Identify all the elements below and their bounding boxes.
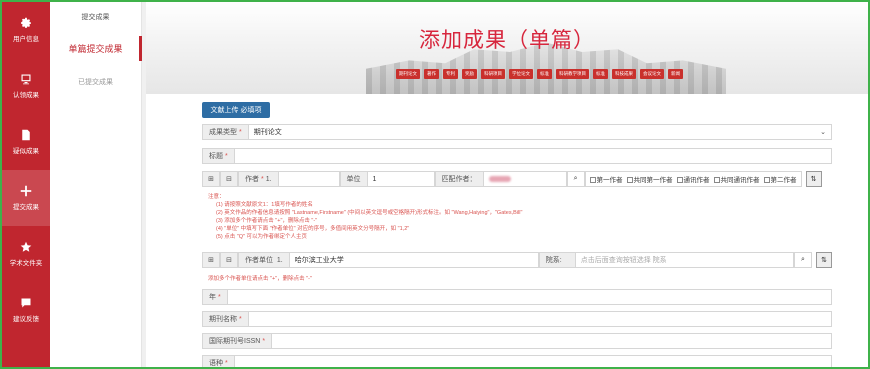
tag-project[interactable]: 科研项目 [481,69,505,79]
issn-row: 国际期刊号ISSN * [202,333,832,349]
author-label: 作者 * 1. [238,171,278,187]
check-co-corresponding-author[interactable]: 共同通讯作者 [713,174,760,184]
star-icon [20,241,32,253]
issn-input[interactable] [271,333,832,349]
check-second-author[interactable]: 第二作者 [763,174,797,184]
note-line: (5) 点击 "Q" 可以为作者绑定个人主页 [216,234,307,240]
note-line: (2) 英文作品的作者信息请按照 "Lastname,Firstname" (中… [216,210,523,216]
language-row: 语种 * [202,355,832,367]
title-label: 标题 * [202,148,234,164]
subnav-single-submit[interactable]: 单篇提交成果 [50,34,142,63]
nav-label: 学术文件夹 [9,260,43,267]
subnav-submitted[interactable]: 已提交成果 [50,69,141,95]
toggle-icon[interactable]: ⇅ [816,252,832,268]
nav-label: 用户信息 [13,36,39,43]
tag-standard[interactable]: 标准 [537,69,552,79]
unit-input[interactable]: 1 [366,171,435,187]
check-co-first-author[interactable]: 共同第一作者 [626,174,673,184]
author-input[interactable] [277,171,340,187]
notes-heading: 注意： [208,194,225,200]
nav-suspected-results[interactable]: 疑似成果 [2,114,50,170]
tag-award[interactable]: 奖励 [462,69,477,79]
match-author-label: 匹配作者： [434,171,483,187]
add-unit-note: 添加多个作者单位请点击 "+"，删除点击 "-" [208,276,312,282]
match-author-input[interactable] [482,171,567,187]
author-unit-input[interactable]: 哈尔滨工业大学 [288,252,539,268]
chat-icon [20,297,32,309]
check-first-author[interactable]: 第一作者 [589,174,623,184]
type-label: 成果类型 * [202,124,248,140]
unit-row: ⊞ ⊟ 作者单位 1. 哈尔滨工业大学 院系: 点击后面查询按钮选择 院系 ⌕ … [202,252,832,268]
add-unit-icon[interactable]: ⊞ [202,252,220,268]
search-icon[interactable]: ⌕ [794,252,812,268]
title-row: 标题 * [202,148,832,164]
language-input[interactable] [233,355,832,367]
journal-label: 期刊名称 * [202,311,248,327]
remove-author-icon[interactable]: ⊟ [220,171,238,187]
main-content: 添加成果（单篇） 期刊论文 著作 专利 奖励 科研项目 学位论文 标准 科研教学… [146,2,868,367]
note-line: (3) 添加多个作者请点击 "+"，删除点击 "-" [216,218,318,224]
type-row: 成果类型 * 期刊论文 ⌄ [202,124,832,140]
tag-news[interactable]: 新闻 [668,69,683,79]
note-line: (4) "单位" 中填写下面 "作者单位" 对应的序号，多值间用英文分号隔开，如… [216,226,410,232]
tag-book[interactable]: 著作 [424,69,439,79]
upload-button[interactable]: 文献上传 必填项 [202,102,270,118]
nav-submit-results[interactable]: 提交成果 [2,170,50,226]
search-icon[interactable]: ⌕ [566,171,585,187]
journal-input[interactable] [247,311,832,327]
dept-label: 院系: [538,252,575,268]
title-input[interactable] [233,148,832,164]
year-label: 年 * [202,289,227,305]
gear-icon [20,17,32,29]
dept-input[interactable]: 点击后面查询按钮选择 院系 [574,252,794,268]
tag-achievement[interactable]: 科技成果 [612,69,636,79]
document-icon [20,129,32,141]
nav-label: 建议反馈 [13,316,39,323]
tag-standard-2[interactable]: 标准 [593,69,608,79]
toggle-icon[interactable]: ⇅ [805,171,822,187]
nav-feedback[interactable]: 建议反馈 [2,282,50,338]
year-input[interactable] [226,289,832,305]
journal-row: 期刊名称 * [202,311,832,327]
tag-teaching-project[interactable]: 科研教学项目 [556,69,589,79]
nav-label: 疑似成果 [13,148,39,155]
check-corresponding-author[interactable]: 通讯作者 [676,174,710,184]
note-line: (1) 请按照文献原文1：1填写作者的姓名 [216,202,313,208]
tag-patent[interactable]: 专利 [443,69,458,79]
author-role-checks: 第一作者 共同第一作者 通讯作者 共同通讯作者 第二作者 [584,171,802,187]
nav-claim-results[interactable]: 认领成果 [2,58,50,114]
left-nav: 用户信息 认领成果 疑似成果 提交成果 学术文件夹 建议反馈 [2,2,50,367]
author-notes: 注意： (1) 请按照文献原文1：1填写作者的姓名 (2) 英文作品的作者信息请… [208,193,522,241]
monitor-icon [20,73,32,85]
author-row: ⊞ ⊟ 作者 * 1. 单位 1 匹配作者： ⌕ 第一作者 共同第一作者 通讯作者… [202,171,832,187]
sub-sidebar: 提交成果 单篇提交成果 已提交成果 [50,2,142,367]
redacted-name [488,176,511,182]
page-title: 添加成果（单篇） [419,28,595,52]
tag-conference[interactable]: 会议论文 [640,69,664,79]
subnav-header: 提交成果 [81,14,110,21]
chevron-down-icon: ⌄ [820,129,826,136]
unit-label: 单位 [339,171,367,187]
type-value: 期刊论文 [253,129,282,136]
nav-user-info[interactable]: 用户信息 [2,2,50,58]
tag-thesis[interactable]: 学位论文 [509,69,533,79]
type-select[interactable]: 期刊论文 ⌄ [247,124,832,140]
banner: 添加成果（单篇） 期刊论文 著作 专利 奖励 科研项目 学位论文 标准 科研教学… [146,2,868,94]
language-label: 语种 * [202,355,234,367]
year-row: 年 * [202,289,832,305]
result-type-tags: 期刊论文 著作 专利 奖励 科研项目 学位论文 标准 科研教学项目 标准 科技成… [396,69,683,79]
plus-icon [20,185,32,197]
nav-label: 认领成果 [13,92,39,99]
add-author-icon[interactable]: ⊞ [202,171,220,187]
issn-label: 国际期刊号ISSN * [202,333,272,349]
author-unit-label: 作者单位 1. [238,252,289,268]
tag-journal[interactable]: 期刊论文 [396,69,420,79]
remove-unit-icon[interactable]: ⊟ [220,252,238,268]
nav-academic-folder[interactable]: 学术文件夹 [2,226,50,282]
nav-label: 提交成果 [13,204,39,211]
